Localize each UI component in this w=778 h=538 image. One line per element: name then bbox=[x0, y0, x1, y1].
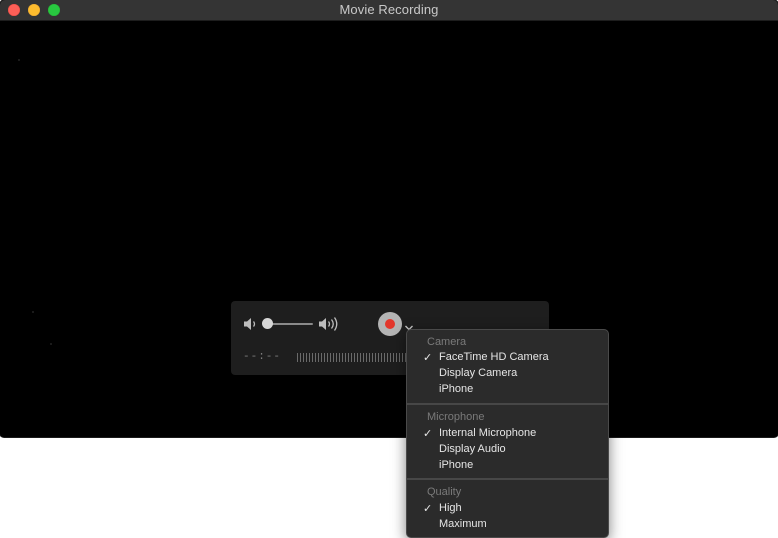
window-title: Movie Recording bbox=[339, 2, 439, 17]
menu-header-quality: Quality bbox=[427, 486, 462, 498]
preview-noise-speck bbox=[50, 343, 52, 345]
menu-item-label: iPhone bbox=[439, 459, 474, 471]
preview-noise-speck bbox=[18, 59, 20, 61]
menu-item-label: Maximum bbox=[439, 518, 487, 530]
speaker-low-icon[interactable] bbox=[243, 316, 259, 337]
speaker-high-icon[interactable] bbox=[318, 316, 340, 337]
checkmark-icon: ✓ bbox=[423, 428, 433, 440]
volume-slider-track[interactable] bbox=[267, 323, 313, 325]
menu-separator bbox=[407, 478, 608, 480]
menu-item-internal-microphone[interactable]: ✓ Internal Microphone bbox=[407, 426, 608, 442]
menu-item-facetime-hd-camera[interactable]: ✓ FaceTime HD Camera bbox=[407, 350, 608, 366]
elapsed-time: --:-- bbox=[243, 351, 282, 363]
menu-item-label: Display Camera bbox=[439, 367, 518, 379]
menu-item-display-camera[interactable]: Display Camera bbox=[407, 366, 608, 382]
menu-item-iphone-camera[interactable]: iPhone bbox=[407, 382, 608, 398]
menu-item-label: Display Audio bbox=[439, 443, 506, 455]
menu-separator bbox=[407, 403, 608, 405]
menu-header-camera: Camera bbox=[427, 336, 467, 348]
checkmark-icon: ✓ bbox=[423, 503, 433, 515]
menu-item-label: Internal Microphone bbox=[439, 427, 537, 439]
menu-item-label: FaceTime HD Camera bbox=[439, 351, 549, 363]
menu-item-label: High bbox=[439, 502, 462, 514]
menu-item-iphone-microphone[interactable]: iPhone bbox=[407, 458, 608, 474]
audio-level-meter bbox=[297, 353, 409, 362]
menu-item-quality-high[interactable]: ✓ High bbox=[407, 501, 608, 517]
preview-noise-speck bbox=[32, 311, 34, 313]
record-icon bbox=[385, 319, 395, 329]
title-bar[interactable]: Movie Recording bbox=[0, 0, 778, 21]
menu-header-microphone: Microphone bbox=[427, 411, 485, 423]
checkmark-icon: ✓ bbox=[423, 352, 433, 364]
menu-item-quality-maximum[interactable]: Maximum bbox=[407, 517, 608, 533]
menu-item-label: iPhone bbox=[439, 383, 474, 395]
movie-recording-window: Movie Recording --:-- bbox=[0, 0, 778, 437]
volume-slider-knob[interactable] bbox=[262, 318, 273, 329]
record-button[interactable] bbox=[378, 312, 402, 336]
recording-options-menu: Camera ✓ FaceTime HD Camera Display Came… bbox=[406, 329, 609, 538]
menu-item-display-audio[interactable]: Display Audio bbox=[407, 442, 608, 458]
